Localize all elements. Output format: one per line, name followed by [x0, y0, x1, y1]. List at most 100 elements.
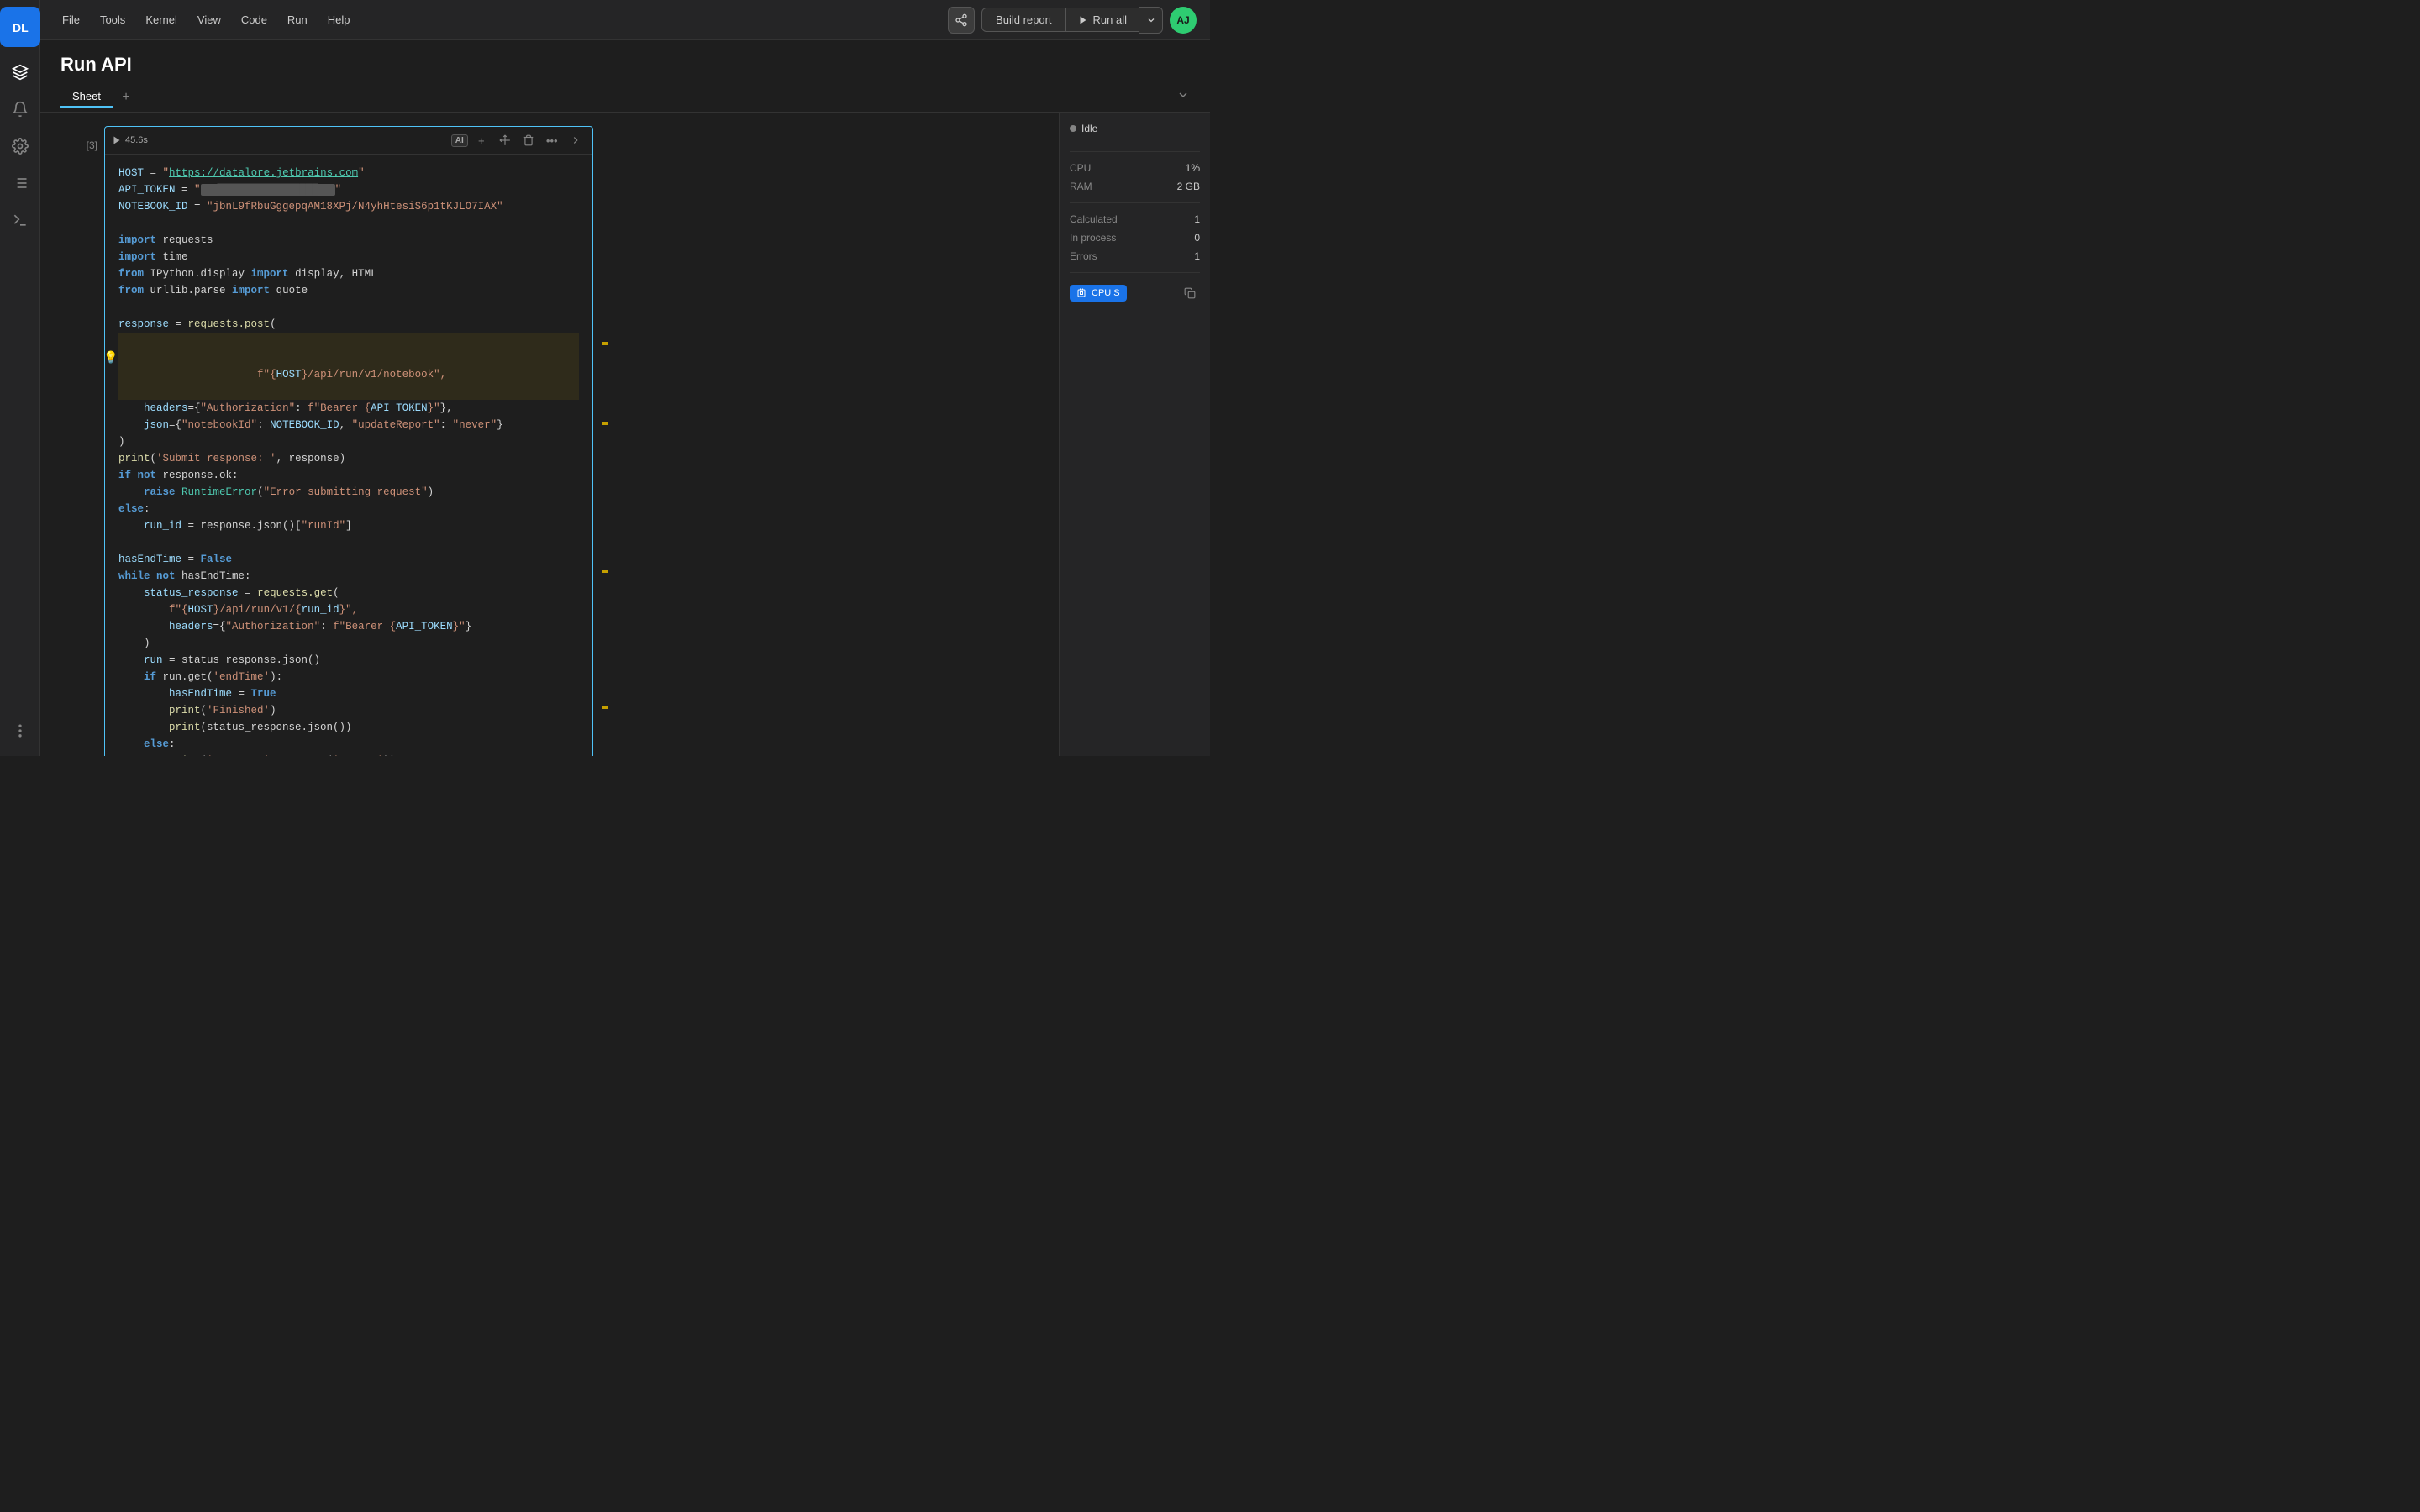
- cpu-s-label: CPU S: [1092, 288, 1120, 298]
- cell-run-button[interactable]: 45.6s: [112, 135, 148, 145]
- code-line: print('Submit response: ', response): [118, 450, 579, 467]
- share-button[interactable]: [948, 7, 975, 34]
- code-line: import time: [118, 249, 579, 265]
- scroll-marker-2: [602, 422, 608, 425]
- section-divider: [1070, 151, 1200, 152]
- code-line: [118, 534, 579, 551]
- code-line: from urllib.parse import quote: [118, 282, 579, 299]
- cell-outer: [3] 45.6s: [40, 126, 617, 743]
- add-tab-button[interactable]: +: [116, 87, 136, 108]
- sidebar-item-more[interactable]: [5, 716, 35, 746]
- delete-cell-button[interactable]: [518, 130, 539, 150]
- build-report-button[interactable]: Build report: [981, 8, 1065, 32]
- tabs-chevron-icon[interactable]: [1176, 88, 1190, 106]
- main-area: File Tools Kernel View Code Run Help Bui…: [40, 0, 1210, 756]
- cpu-label: CPU: [1070, 162, 1091, 174]
- idle-dot: [1070, 125, 1076, 132]
- calculated-value: 1: [1194, 213, 1200, 225]
- code-line: HOST = "https://datalore.jetbrains.com": [118, 165, 579, 181]
- code-line: import requests: [118, 232, 579, 249]
- cpu-s-badge[interactable]: CPU S: [1070, 285, 1127, 302]
- move-cell-button[interactable]: [495, 130, 515, 150]
- menubar-right: Build report Run all AJ: [948, 7, 1197, 34]
- section-divider-2: [1070, 202, 1200, 203]
- errors-label: Errors: [1070, 250, 1097, 262]
- code-line: ): [118, 433, 579, 450]
- build-run-group: Build report Run all: [981, 7, 1163, 34]
- ram-label: RAM: [1070, 181, 1092, 192]
- run-all-button[interactable]: Run all: [1066, 8, 1139, 32]
- code-line: [118, 299, 579, 316]
- svg-text:DL: DL: [13, 21, 29, 34]
- cell-run-time: 45.6s: [125, 135, 148, 145]
- scroll-marker-4: [602, 706, 608, 709]
- code-line: while not hasEndTime:: [118, 568, 579, 585]
- code-line: hasEndTime = False: [118, 551, 579, 568]
- page-title: Run API: [60, 54, 1190, 76]
- code-line: if not response.ok:: [118, 467, 579, 484]
- cell-container: 45.6s AI +: [104, 126, 600, 743]
- menu-run[interactable]: Run: [279, 10, 316, 29]
- menu-code[interactable]: Code: [233, 10, 276, 29]
- code-line: print(status_response.json()): [118, 719, 579, 736]
- code-line: NOTEBOOK_ID = "jbnL9fRbuGggepqAM18XPj/N4…: [118, 198, 579, 215]
- section-divider-3: [1070, 272, 1200, 273]
- code-line: ): [118, 635, 579, 652]
- status-idle: Idle: [1070, 123, 1200, 134]
- sidebar-item-braces[interactable]: [5, 205, 35, 235]
- menu-file[interactable]: File: [54, 10, 88, 29]
- sidebar-item-settings[interactable]: [5, 131, 35, 161]
- code-line: print('Finished'): [118, 702, 579, 719]
- sidebar-item-list[interactable]: [5, 168, 35, 198]
- errors-value: 1: [1194, 250, 1200, 262]
- page-header: Run API: [40, 40, 1210, 82]
- sidebar-item-layers[interactable]: [5, 57, 35, 87]
- menu-view[interactable]: View: [189, 10, 229, 29]
- calculated-row: Calculated 1: [1070, 213, 1200, 225]
- code-line: f"{HOST}/api/run/v1/{run_id}",: [118, 601, 579, 618]
- user-avatar[interactable]: AJ: [1170, 7, 1197, 34]
- in-process-row: In process 0: [1070, 232, 1200, 244]
- code-line: run_id = response.json()["runId"]: [118, 517, 579, 534]
- app-logo[interactable]: DL: [0, 7, 40, 47]
- notebook-area: Run API Sheet + [3]: [40, 40, 1210, 756]
- code-line: else:: [118, 736, 579, 753]
- collapse-cell-button[interactable]: [566, 130, 586, 150]
- menu-tools[interactable]: Tools: [92, 10, 134, 29]
- ram-value: 2 GB: [1177, 181, 1200, 192]
- notebook-scroll-area[interactable]: [3] 45.6s: [40, 113, 1059, 756]
- code-line: headers={"Authorization": f"Bearer {API_…: [118, 400, 579, 417]
- scroll-marker-1: [602, 342, 608, 345]
- code-line: from IPython.display import display, HTM…: [118, 265, 579, 282]
- scroll-marker-3: [602, 570, 608, 573]
- code-line: headers={"Authorization": f"Bearer {API_…: [118, 618, 579, 635]
- code-line: [118, 215, 579, 232]
- code-line: print('Status: ', run.get('status')): [118, 753, 579, 756]
- in-process-label: In process: [1070, 232, 1116, 244]
- sidebar-item-notifications[interactable]: [5, 94, 35, 124]
- cell-toolbar-right: AI +: [451, 130, 586, 150]
- menu-kernel[interactable]: Kernel: [137, 10, 186, 29]
- menu-help[interactable]: Help: [319, 10, 359, 29]
- hint-bulb-icon: 💡: [103, 349, 118, 368]
- content-with-panel: [3] 45.6s: [40, 113, 1210, 756]
- code-line: run = status_response.json(): [118, 652, 579, 669]
- code-line: hasEndTime = True: [118, 685, 579, 702]
- cell-toolbar: 45.6s AI +: [105, 127, 592, 155]
- tab-sheet[interactable]: Sheet: [60, 87, 113, 108]
- code-line: json={"notebookId": NOTEBOOK_ID, "update…: [118, 417, 579, 433]
- scroll-markers: [600, 126, 610, 743]
- ai-button[interactable]: AI: [451, 134, 468, 147]
- more-cell-button[interactable]: •••: [542, 130, 562, 150]
- run-dropdown-button[interactable]: [1139, 7, 1163, 34]
- code-line-highlight: 💡 f"{HOST}/api/run/v1/notebook",: [118, 333, 579, 400]
- code-cell[interactable]: 45.6s AI +: [104, 126, 593, 756]
- code-line: status_response = requests.get(: [118, 585, 579, 601]
- errors-row: Errors 1: [1070, 250, 1200, 262]
- copy-button[interactable]: [1180, 283, 1200, 303]
- tabs-bar: Sheet +: [40, 82, 1210, 113]
- idle-label: Idle: [1081, 123, 1097, 134]
- cpu-s-row: CPU S: [1070, 283, 1200, 303]
- code-content[interactable]: HOST = "https://datalore.jetbrains.com" …: [105, 155, 592, 756]
- add-cell-button[interactable]: +: [471, 130, 492, 150]
